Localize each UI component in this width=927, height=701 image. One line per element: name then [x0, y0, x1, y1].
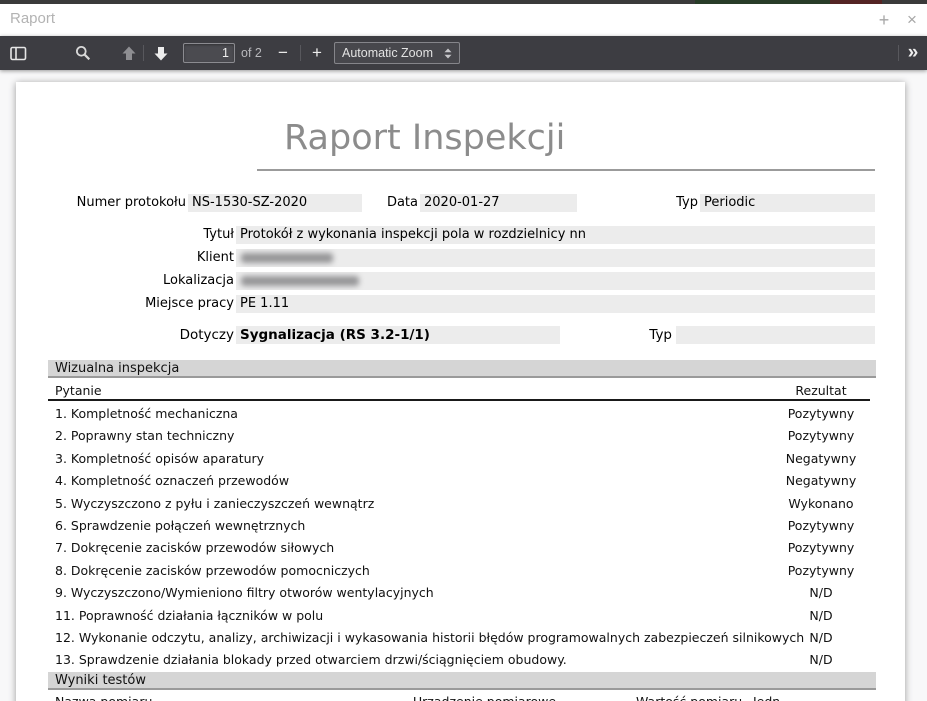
column-header-rezultat: Rezultat — [746, 383, 896, 398]
search-icon — [75, 45, 91, 61]
lokalizacja-field — [236, 272, 875, 290]
table-row: 13. Sprawdzenie działania blokady przed … — [48, 648, 870, 670]
question-cell: 13. Sprawdzenie działania blokady przed … — [55, 652, 567, 667]
select-arrows-icon — [444, 48, 452, 59]
question-cell: 8. Dokręcenie zacisków przewodów pomocni… — [55, 563, 370, 578]
column-header-urzadzenie-pomiarowe: Urządzenie pomiarowe — [413, 694, 556, 701]
result-cell: N/D — [746, 585, 896, 600]
table-row: 1. Kompletność mechaniczna Pozytywny — [48, 402, 870, 424]
field-label: Lokalizacja — [96, 272, 234, 290]
column-header-nazwa-pomiaru: Nazwa pomiaru — [55, 694, 152, 701]
window-close-button[interactable]: × — [902, 7, 922, 33]
field-label: Tytuł — [96, 226, 234, 244]
field-label: Typ — [630, 194, 698, 212]
question-cell: 4. Kompletność oznaczeń przewodów — [55, 473, 289, 488]
page-number-input[interactable] — [183, 43, 235, 63]
table-header-rule — [48, 399, 870, 401]
inspection-table: 1. Kompletność mechaniczna Pozytywny 2. … — [48, 402, 870, 671]
zoom-level-value: Automatic Zoom — [342, 46, 444, 60]
result-cell: Negatywny — [746, 451, 896, 466]
table-row: 12. Wykonanie odczytu, analizy, archiwiz… — [48, 626, 870, 648]
question-cell: 2. Poprawny stan techniczny — [55, 428, 234, 443]
result-cell: Pozytywny — [746, 563, 896, 578]
toolbar-separator — [898, 45, 899, 61]
arrow-up-icon — [121, 46, 137, 61]
toolbar-more-button[interactable]: » — [903, 36, 923, 70]
redacted-text-blur — [241, 276, 359, 286]
column-header-pytanie: Pytanie — [55, 383, 102, 398]
klient-field — [236, 249, 875, 267]
table-row: 7. Dokręcenie zacisków przewodów siłowyc… — [48, 536, 870, 558]
pdf-toolbar: of 2 − + Automatic Zoom » — [0, 36, 927, 70]
protokol-field: NS-1530-SZ-2020 — [188, 194, 362, 212]
result-cell: Pozytywny — [746, 428, 896, 443]
table-row: 11. Poprawność działania łączników w pol… — [48, 604, 870, 626]
result-cell: Pozytywny — [746, 540, 896, 555]
tytul-field: Protokół z wykonania inspekcji pola w ro… — [236, 226, 875, 244]
column-header-jedn: Jedn. — [753, 694, 784, 701]
question-cell: 12. Wykonanie odczytu, analizy, archiwiz… — [55, 630, 804, 645]
previous-page-button[interactable] — [119, 36, 139, 70]
field-label: Typ — [606, 326, 672, 344]
table-row: 6. Sprawdzenie połączeń wewnętrznych Poz… — [48, 514, 870, 536]
window-title: Raport — [10, 10, 55, 27]
window-plus-button[interactable]: + — [874, 7, 894, 33]
result-cell: N/D — [746, 630, 896, 645]
zoom-in-button[interactable]: + — [307, 36, 327, 70]
dotyczy-field: Sygnalizacja (RS 3.2-1/1) — [236, 326, 560, 344]
document-title: Raport Inspekcji — [284, 118, 565, 158]
column-header-wartosc-pomiaru: Wartość pomiaru — [636, 694, 742, 701]
question-cell: 9. Wyczyszczono/Wymieniono filtry otworó… — [55, 585, 434, 600]
toolbar-separator — [143, 45, 144, 61]
section-header-wyniki-testow: Wyniki testów — [48, 672, 876, 690]
typ-field: Periodic — [700, 194, 875, 212]
pdf-page: Raport Inspekcji Numer protokołu NS-1530… — [16, 82, 905, 701]
result-cell: Negatywny — [746, 473, 896, 488]
question-cell: 11. Poprawność działania łączników w pol… — [55, 608, 323, 623]
question-cell: 6. Sprawdzenie połączeń wewnętrznych — [55, 518, 305, 533]
field-label: Data — [352, 194, 418, 212]
field-label: Miejsce pracy — [96, 295, 234, 313]
pdf-viewer-window: Raport + × — [0, 0, 927, 701]
data-field: 2020-01-27 — [420, 194, 577, 212]
result-cell: Pozytywny — [746, 406, 896, 421]
typ2-field — [676, 326, 875, 344]
result-cell: N/D — [746, 652, 896, 667]
result-cell: Pozytywny — [746, 518, 896, 533]
result-cell: Wykonano — [746, 496, 896, 511]
question-cell: 1. Kompletność mechaniczna — [55, 406, 238, 421]
toolbar-separator — [300, 45, 301, 61]
titlebar: Raport + × — [0, 4, 927, 36]
table-row: 8. Dokręcenie zacisków przewodów pomocni… — [48, 559, 870, 581]
field-label: Dotyczy — [96, 326, 234, 344]
question-cell: 3. Kompletność opisów aparatury — [55, 451, 264, 466]
zoom-out-button[interactable]: − — [273, 36, 293, 70]
title-underline — [257, 169, 875, 171]
page-count-label: of 2 — [241, 36, 262, 70]
sidebar-icon — [10, 46, 27, 61]
question-cell: 5. Wyczyszczono z pyłu i zanieczyszczeń … — [55, 496, 374, 511]
table-row: 2. Poprawny stan techniczny Pozytywny — [48, 424, 870, 446]
table-row: 9. Wyczyszczono/Wymieniono filtry otworó… — [48, 581, 870, 603]
sidebar-toggle-button[interactable] — [8, 36, 28, 70]
redacted-text-blur — [241, 253, 333, 263]
search-button[interactable] — [73, 36, 93, 70]
question-cell: 7. Dokręcenie zacisków przewodów siłowyc… — [55, 540, 334, 555]
table-row: 4. Kompletność oznaczeń przewodów Negaty… — [48, 469, 870, 491]
field-label: Klient — [96, 249, 234, 267]
zoom-level-select[interactable]: Automatic Zoom — [334, 42, 460, 64]
result-cell: N/D — [746, 608, 896, 623]
table-row: 3. Kompletność opisów aparatury Negatywn… — [48, 447, 870, 469]
table-row: 5. Wyczyszczono z pyłu i zanieczyszczeń … — [48, 492, 870, 514]
next-page-button[interactable] — [151, 36, 171, 70]
field-label: Numer protokołu — [46, 194, 186, 212]
section-header-wizualna-inspekcja: Wizualna inspekcja — [48, 360, 876, 378]
arrow-down-icon — [153, 46, 169, 61]
miejsce-field: PE 1.11 — [236, 295, 875, 313]
pdf-viewer-area: Raport Inspekcji Numer protokołu NS-1530… — [0, 70, 927, 701]
